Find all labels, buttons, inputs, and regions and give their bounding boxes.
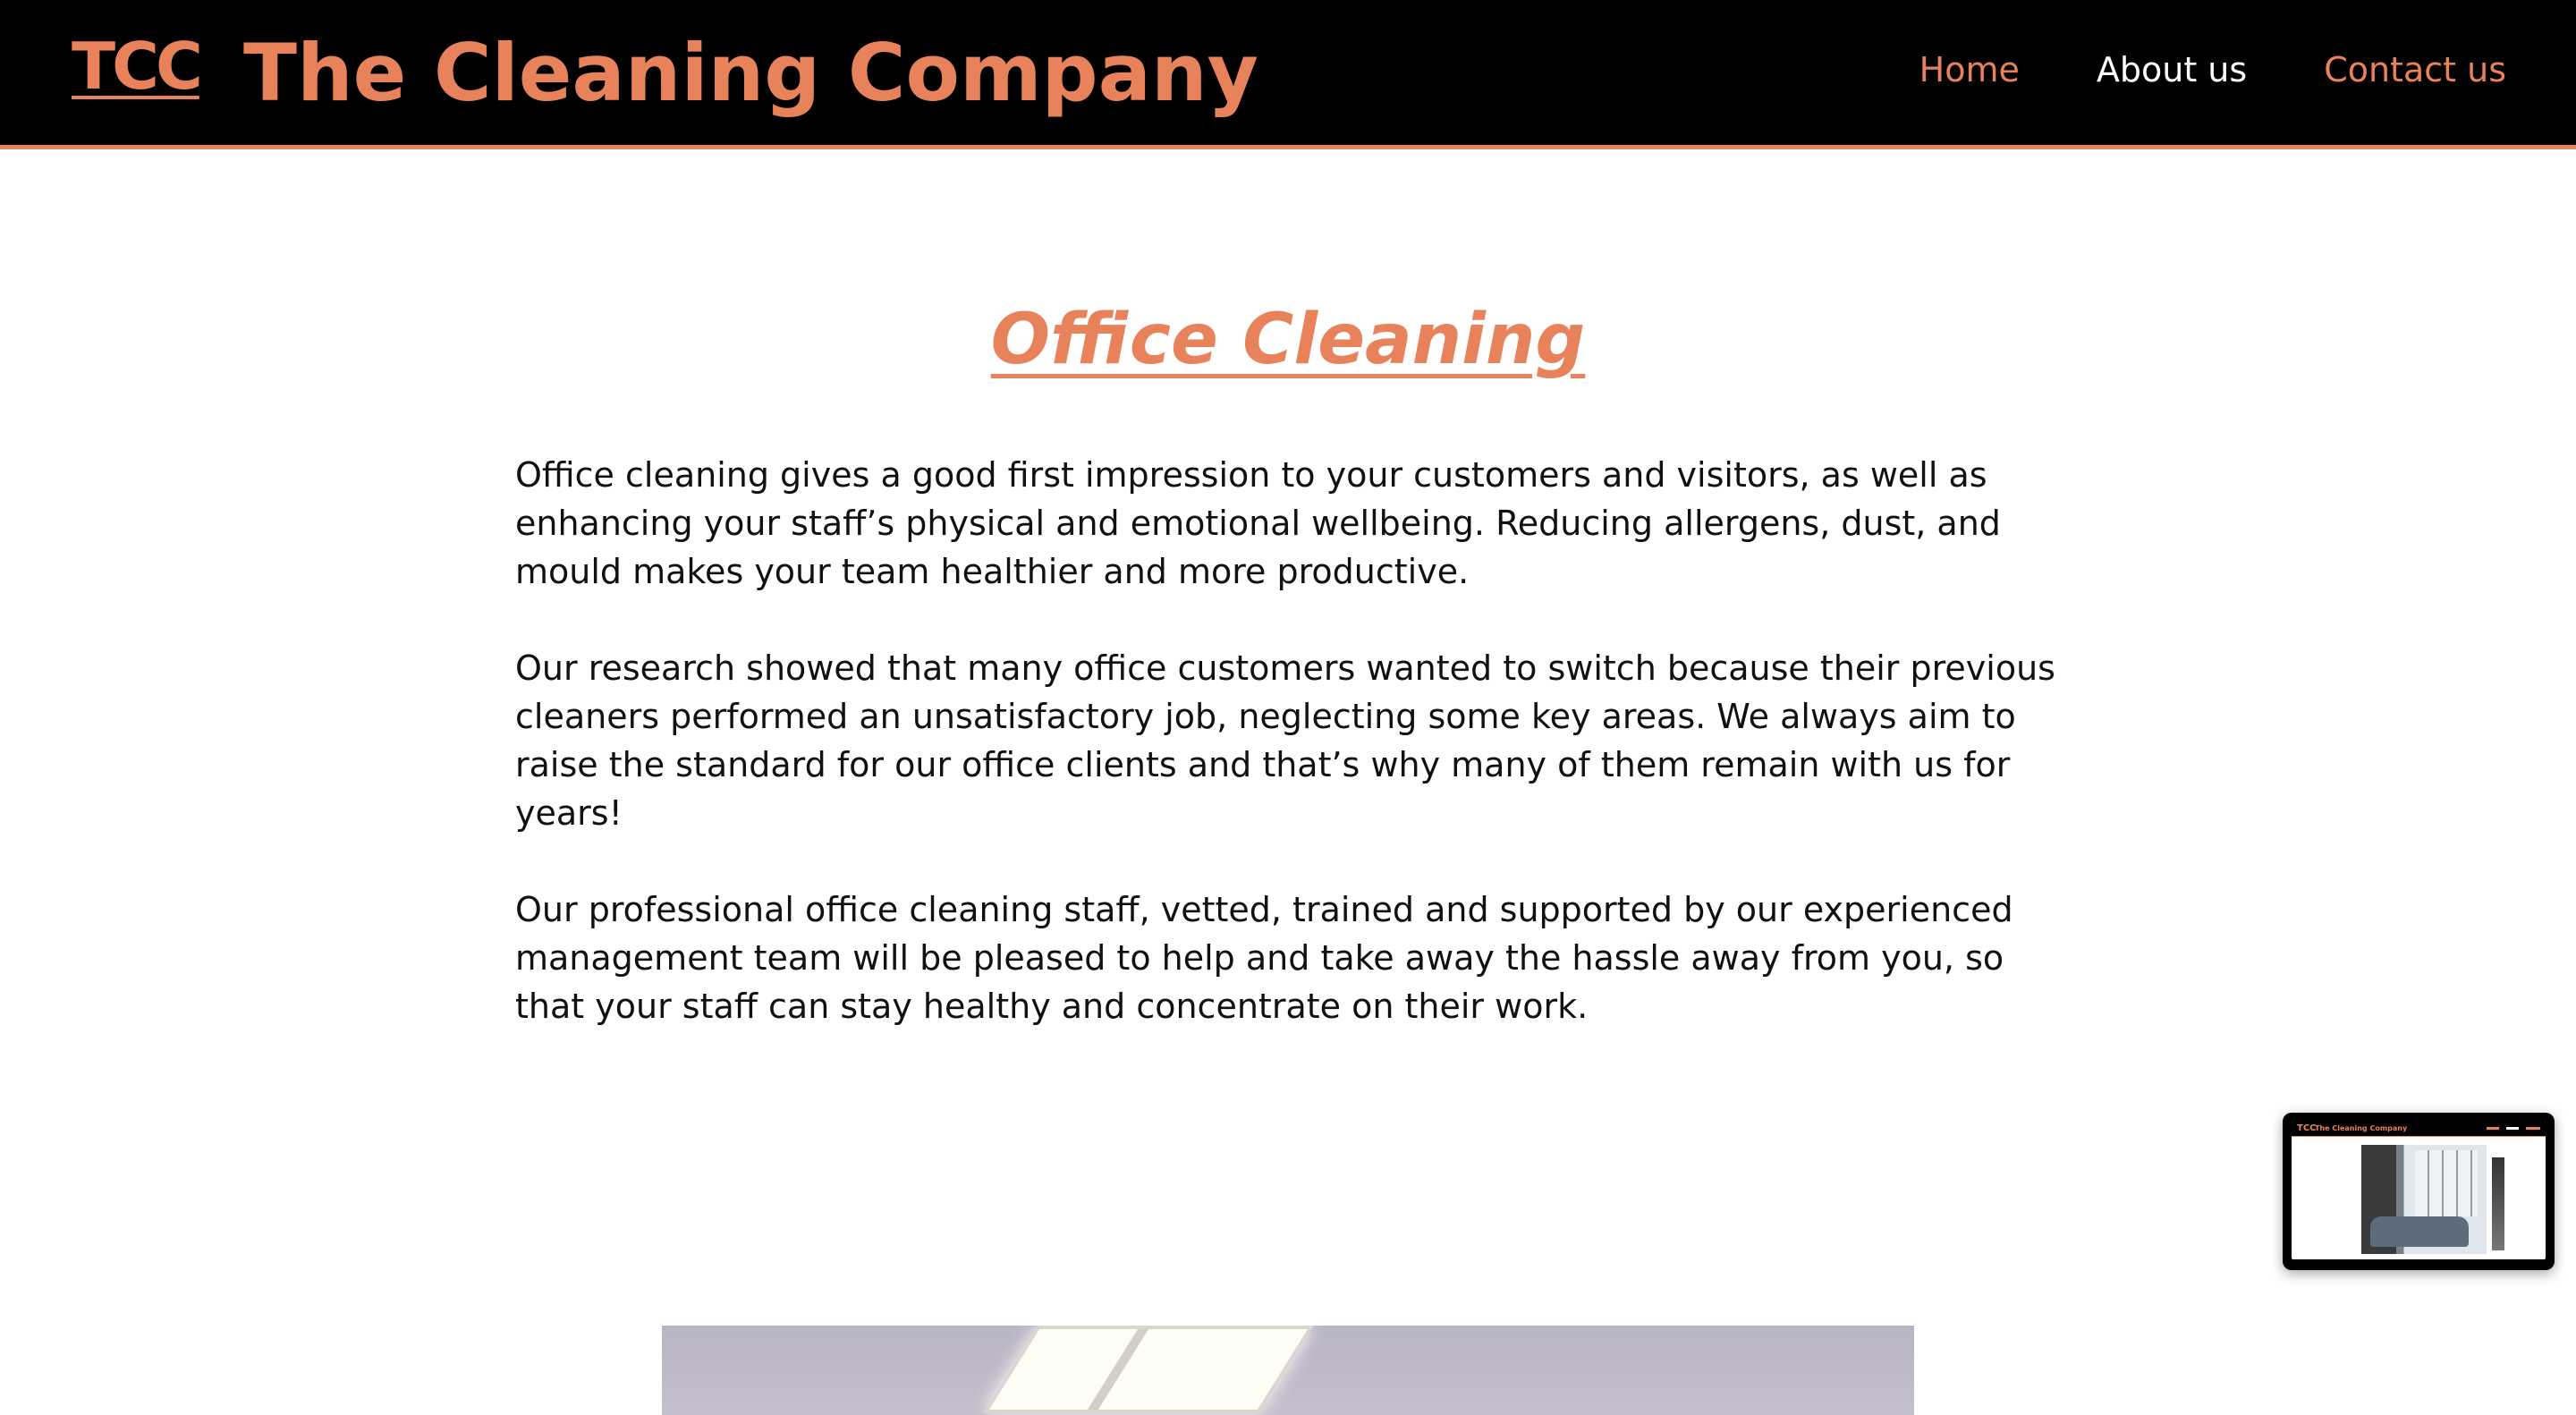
site-header: TCC The Cleaning Company Home About us C… (0, 0, 2576, 149)
preview-office-photo (2361, 1145, 2487, 1254)
preview-door-image (2492, 1157, 2504, 1250)
preview-header: TCC The Cleaning Company (2292, 1122, 2546, 1137)
paragraph-staff: Our professional office cleaning staff, … (515, 890, 2013, 1026)
preview-screen: TCC The Cleaning Company (2292, 1122, 2546, 1259)
paragraph-research: Our research showed that many office cus… (515, 648, 2055, 833)
preview-site-title: The Cleaning Company (2315, 1124, 2408, 1132)
site-title[interactable]: The Cleaning Company (243, 30, 1258, 117)
nav-home-link[interactable]: Home (1919, 50, 2020, 91)
main-content: Office cleaning gives a good first impre… (515, 451, 2072, 1079)
paragraph-intro: Office cleaning gives a good first impre… (515, 455, 2001, 591)
office-ceiling-image (662, 1326, 1914, 1415)
preview-nav (2487, 1127, 2540, 1130)
logo[interactable]: TCC (72, 34, 203, 98)
nav-about-us-link[interactable]: About us (2097, 50, 2247, 91)
page-title: Office Cleaning (0, 299, 2576, 383)
main-nav: Home About us Contact us (1919, 50, 2506, 91)
page-preview-thumbnail[interactable]: TCC The Cleaning Company (2283, 1113, 2555, 1270)
preview-logo: TCC (2297, 1123, 2317, 1133)
page-title-text: Office Cleaning (990, 300, 1586, 381)
nav-contact-us-link[interactable]: Contact us (2324, 50, 2506, 91)
ceiling-light-icon (983, 1326, 1314, 1413)
